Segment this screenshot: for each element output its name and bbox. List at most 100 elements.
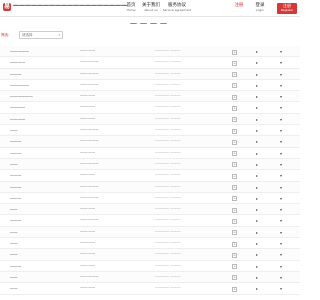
triangle-down-icon[interactable]: ▾	[280, 117, 282, 122]
row-name[interactable]: 一一一一一	[10, 49, 29, 54]
arrow-right-icon[interactable]: ▸	[256, 275, 258, 280]
arrow-right-icon[interactable]: ▸	[256, 139, 258, 144]
triangle-down-icon[interactable]: ▾	[280, 60, 282, 65]
triangle-down-icon[interactable]: ▾	[280, 94, 282, 99]
table-row[interactable]: 一一 一一·一一 一一一一 一一一 + ▸ ▾	[0, 204, 300, 216]
add-checkbox-icon[interactable]: +	[232, 128, 237, 134]
table-row[interactable]: 一一一 一一·一一 一一一一 一一一 + ▸ ▾	[0, 170, 300, 182]
add-checkbox-icon[interactable]: +	[232, 162, 237, 168]
triangle-down-icon[interactable]: ▾	[280, 264, 282, 269]
row-name[interactable]: 一一	[10, 252, 18, 257]
triangle-down-icon[interactable]: ▾	[280, 49, 282, 54]
arrow-right-icon[interactable]: ▸	[256, 230, 258, 235]
arrow-right-icon[interactable]: ▸	[256, 128, 258, 133]
table-row[interactable]: 一一一 一一·一一一 一一一一 一一一 + ▸ ▾	[0, 136, 300, 148]
arrow-right-icon[interactable]: ▸	[256, 72, 258, 77]
triangle-down-icon[interactable]: ▾	[280, 105, 282, 110]
arrow-right-icon[interactable]: ▸	[256, 173, 258, 178]
triangle-down-icon[interactable]: ▾	[280, 173, 282, 178]
triangle-down-icon[interactable]: ▾	[280, 72, 282, 77]
table-row[interactable]: 一一 一一·一一 一一一一 一一一 + ▸ ▾	[0, 226, 300, 239]
arrow-right-icon[interactable]: ▸	[256, 83, 258, 88]
row-name[interactable]: 一一一一一一	[10, 94, 33, 99]
row-name[interactable]: 一一一	[10, 173, 21, 178]
table-row[interactable]: 一一一一一 一一·一一一 一一一一 一一一 + ▸ ▾	[0, 80, 300, 92]
arrow-right-icon[interactable]: ▸	[256, 264, 258, 269]
site-title[interactable]: 一一一一一一一一一一一一一一一一一一一	[13, 3, 127, 11]
triangle-down-icon[interactable]: ▾	[280, 162, 282, 167]
row-name[interactable]: 一一一	[10, 139, 21, 144]
arrow-right-icon[interactable]: ▸	[256, 94, 258, 99]
add-checkbox-icon[interactable]: +	[232, 241, 237, 247]
table-row[interactable]: 一一 一一·一一 一一一一 一一一 + ▸ ▾	[0, 238, 300, 250]
add-checkbox-icon[interactable]: +	[232, 286, 237, 292]
table-row[interactable]: 一一 一一·一一一 一一一一 一一一 + ▸ ▾	[0, 271, 300, 284]
add-checkbox-icon[interactable]: +	[232, 94, 237, 100]
row-name[interactable]: 一一	[10, 162, 18, 167]
filter-select[interactable]: 请选择 ▾	[19, 31, 63, 39]
triangle-down-icon[interactable]: ▾	[280, 83, 282, 88]
row-name[interactable]: 一一一一	[10, 105, 25, 110]
arrow-right-icon[interactable]: ▸	[256, 196, 258, 201]
triangle-down-icon[interactable]: ▾	[280, 207, 282, 212]
triangle-down-icon[interactable]: ▾	[280, 230, 282, 235]
table-row[interactable]: 一一一 一一·一一一 一一一一 一一一 + ▸ ▾	[0, 68, 300, 80]
nav-service-agreement[interactable]: 服务协议 Service agreement	[162, 3, 192, 12]
nav-home[interactable]: 首页 Home	[120, 3, 142, 12]
add-checkbox-icon[interactable]: +	[232, 264, 237, 270]
arrow-right-icon[interactable]: ▸	[256, 162, 258, 167]
arrow-right-icon[interactable]: ▸	[256, 252, 258, 257]
nav-login[interactable]: 登录 Login	[250, 3, 270, 12]
arrow-right-icon[interactable]: ▸	[256, 117, 258, 122]
arrow-right-icon[interactable]: ▸	[256, 241, 258, 246]
add-checkbox-icon[interactable]: +	[232, 218, 237, 224]
add-checkbox-icon[interactable]: +	[232, 139, 237, 145]
triangle-down-icon[interactable]: ▾	[280, 185, 282, 190]
register-button[interactable]: 注册 Register	[277, 3, 297, 14]
table-row[interactable]: 一一一一 一一·一一 一一一一 一一一 + ▸ ▾	[0, 113, 300, 126]
arrow-right-icon[interactable]: ▸	[256, 49, 258, 54]
site-logo[interactable]: 易	[3, 3, 11, 11]
arrow-right-icon[interactable]: ▸	[256, 207, 258, 212]
add-checkbox-icon[interactable]: +	[232, 83, 237, 89]
nav-about[interactable]: 关于我们 About us	[140, 3, 162, 12]
row-name[interactable]: 一一	[10, 230, 18, 235]
add-checkbox-icon[interactable]: +	[232, 207, 237, 213]
triangle-down-icon[interactable]: ▾	[280, 196, 282, 201]
arrow-right-icon[interactable]: ▸	[256, 185, 258, 190]
triangle-down-icon[interactable]: ▾	[280, 128, 282, 133]
row-name[interactable]: 一一一	[10, 196, 21, 201]
table-row[interactable]: 一一 一一·一一一 一一一一 一一一 + ▸ ▾	[0, 125, 300, 137]
table-row[interactable]: 一一一 一一·一一一 一一一一 一一一 + ▸ ▾	[0, 193, 300, 205]
add-checkbox-icon[interactable]: +	[232, 185, 237, 191]
row-name[interactable]: 一一一	[10, 218, 21, 223]
table-row[interactable]: 一一 一一·一一一 一一一一 一一一 + ▸ ▾	[0, 158, 300, 171]
add-checkbox-icon[interactable]: +	[232, 230, 237, 236]
row-name[interactable]: 一一一	[10, 72, 21, 77]
add-checkbox-icon[interactable]: +	[232, 151, 237, 157]
row-name[interactable]: 一一一	[10, 264, 21, 269]
table-row[interactable]: 一一一 一一·一一 一一一一 一一一 + ▸ ▾	[0, 148, 300, 159]
add-checkbox-icon[interactable]: +	[232, 196, 237, 202]
add-checkbox-icon[interactable]: +	[232, 60, 237, 66]
table-row[interactable]: 一一一一 一一·一一 一一一一 一一一 + ▸ ▾	[0, 102, 300, 114]
triangle-down-icon[interactable]: ▾	[280, 252, 282, 257]
triangle-down-icon[interactable]: ▾	[280, 139, 282, 144]
add-checkbox-icon[interactable]: +	[232, 49, 237, 55]
row-name[interactable]: 一一	[10, 286, 18, 291]
nav-register-link[interactable]: 注册	[229, 3, 249, 8]
table-row[interactable]: 一一一 一一·一一一 一一一一 一一一 + ▸ ▾	[0, 215, 300, 227]
row-name[interactable]: 一一	[10, 275, 18, 280]
table-row[interactable]: 一一一 一一·一一一 一一一一 一一一 + ▸ ▾	[0, 181, 300, 193]
arrow-right-icon[interactable]: ▸	[256, 286, 258, 291]
table-row[interactable]: 一一 一一·一一 一一一一 一一一 + ▸ ▾	[0, 283, 300, 295]
triangle-down-icon[interactable]: ▾	[280, 151, 282, 156]
add-checkbox-icon[interactable]: +	[232, 72, 237, 78]
triangle-down-icon[interactable]: ▾	[280, 286, 282, 291]
row-name[interactable]: 一一一	[10, 151, 21, 156]
arrow-right-icon[interactable]: ▸	[256, 60, 258, 65]
table-row[interactable]: 一一一一 一一·一一一 一一一一 一一一 + ▸ ▾	[0, 57, 300, 69]
table-row[interactable]: 一一一一一 一一·一一 一一一一 一一一 + ▸ ▾	[0, 46, 300, 58]
table-row[interactable]: 一一一一一一 一一·一一 一一一一 一一一 + ▸ ▾	[0, 91, 300, 103]
add-checkbox-icon[interactable]: +	[232, 117, 237, 123]
